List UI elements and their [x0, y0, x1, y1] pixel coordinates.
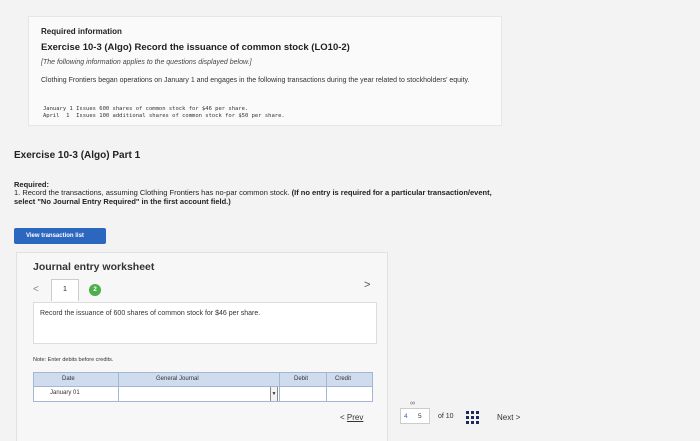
exercise-title: Exercise 10-3 (Algo) Record the issuance…: [41, 42, 350, 53]
required-information-panel: Required information Exercise 10-3 (Algo…: [28, 16, 502, 126]
transaction-line: January 1 Issues 600 shares of common st…: [43, 106, 249, 112]
column-header-credit: Credit: [335, 376, 352, 382]
debit-input[interactable]: [280, 387, 325, 401]
worksheet-title: Journal entry worksheet: [33, 261, 155, 273]
next-button[interactable]: Next >: [497, 413, 520, 422]
column-header-general-journal: General Journal: [156, 376, 199, 382]
chevron-down-icon[interactable]: ▼: [270, 387, 278, 401]
column-header-date: Date: [62, 376, 75, 382]
journal-table-header: Date General Journal Debit Credit: [33, 372, 373, 387]
page-4-link[interactable]: 4: [404, 413, 408, 420]
grid-menu-icon[interactable]: [466, 411, 479, 424]
info-note: [The following information applies to th…: [41, 59, 252, 66]
chevron-right-icon: >: [515, 413, 521, 422]
journal-entry-worksheet: Journal entry worksheet < 1 2 > Record t…: [16, 252, 388, 441]
link-icon: ∞: [410, 400, 415, 407]
page-current: 5: [418, 413, 422, 420]
prev-label: Prev: [346, 413, 364, 422]
row-date: January 01: [50, 390, 80, 396]
required-information-heading: Required information: [41, 27, 122, 36]
journal-table-row: January 01 ▼: [33, 387, 373, 402]
required-text-plain: 1. Record the transactions, assuming Clo…: [14, 188, 292, 197]
view-transaction-list-button[interactable]: View transaction list: [14, 228, 106, 244]
prev-button[interactable]: < Prev: [340, 413, 363, 422]
worksheet-tab-2[interactable]: 2: [89, 284, 101, 296]
worksheet-note: Note: Enter debits before credits.: [33, 357, 114, 363]
worksheet-tab-1[interactable]: 1: [51, 279, 79, 301]
chevron-left-icon: <: [340, 413, 345, 422]
next-label: Next: [497, 413, 514, 422]
transaction-line: April 1 Issues 100 additional shares of …: [43, 113, 285, 119]
worksheet-prev-icon[interactable]: <: [33, 284, 39, 295]
credit-input[interactable]: [327, 387, 373, 401]
page-total: of 10: [438, 413, 454, 420]
info-description: Clothing Frontiers began operations on J…: [41, 77, 470, 84]
required-text: 1. Record the transactions, assuming Clo…: [14, 188, 494, 206]
worksheet-prompt: Record the issuance of 600 shares of com…: [40, 310, 261, 317]
part-title: Exercise 10-3 (Algo) Part 1: [14, 150, 141, 161]
general-journal-select[interactable]: [119, 387, 269, 401]
worksheet-next-icon[interactable]: >: [364, 279, 370, 291]
column-header-debit: Debit: [294, 376, 309, 382]
worksheet-body: Record the issuance of 600 shares of com…: [33, 302, 377, 344]
page-selector[interactable]: ∞ 4 5: [400, 400, 430, 424]
